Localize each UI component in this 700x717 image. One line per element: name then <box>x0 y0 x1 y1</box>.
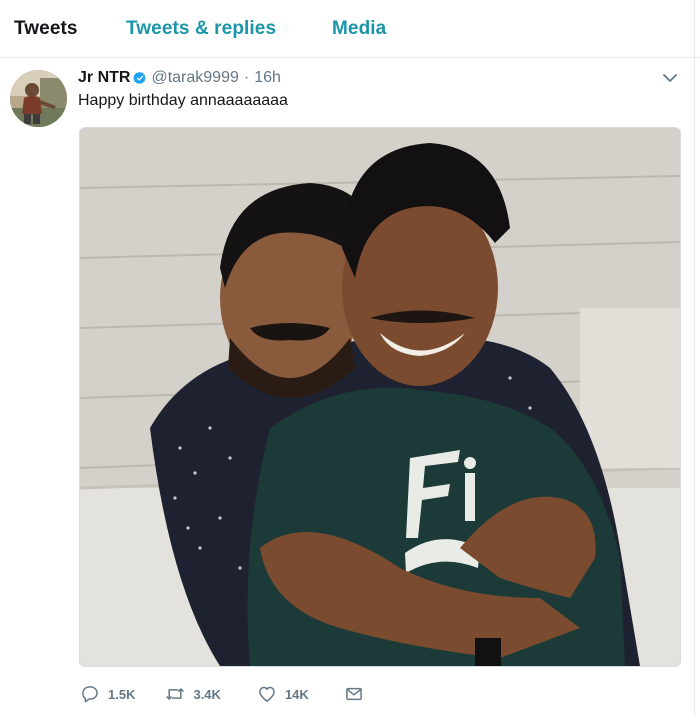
direct-message-icon <box>345 687 362 701</box>
timeline-border <box>694 0 695 717</box>
profile-tabs: Tweets Tweets & replies Media <box>0 0 700 58</box>
avatar[interactable] <box>10 70 67 127</box>
tweet-actions: 1.5K 3.4K 14K <box>80 682 364 706</box>
retweet-icon <box>166 688 185 700</box>
meta-separator: · <box>243 69 250 86</box>
display-name[interactable]: Jr NTR <box>78 69 130 87</box>
tab-tweets-and-replies[interactable]: Tweets & replies <box>126 18 276 40</box>
retweet-count: 3.4K <box>193 686 221 702</box>
reply-icon <box>82 686 98 703</box>
like-count: 14K <box>284 686 309 702</box>
tweet-photo[interactable] <box>79 127 681 667</box>
tweet-timestamp[interactable]: 16h <box>254 69 281 87</box>
photo-two-men-smiling <box>80 128 680 666</box>
like-icon <box>259 686 275 702</box>
tab-tweets[interactable]: Tweets <box>14 18 78 40</box>
verified-badge-icon <box>133 71 147 85</box>
caret-down-icon[interactable] <box>662 72 678 84</box>
avatar-image <box>10 70 67 127</box>
direct-message-action[interactable] <box>344 684 364 704</box>
retweet-action[interactable]: 3.4K <box>165 684 221 704</box>
tweet-header: Jr NTR @tarak9999 · 16h <box>78 67 281 89</box>
reply-count: 1.5K <box>108 686 136 702</box>
tweet-text: Happy birthday annaaaaaaaa <box>78 92 288 109</box>
user-handle[interactable]: @tarak9999 <box>151 69 238 87</box>
reply-action[interactable]: 1.5K <box>80 684 135 704</box>
like-action[interactable]: 14K <box>257 684 309 704</box>
tab-media[interactable]: Media <box>332 18 386 40</box>
